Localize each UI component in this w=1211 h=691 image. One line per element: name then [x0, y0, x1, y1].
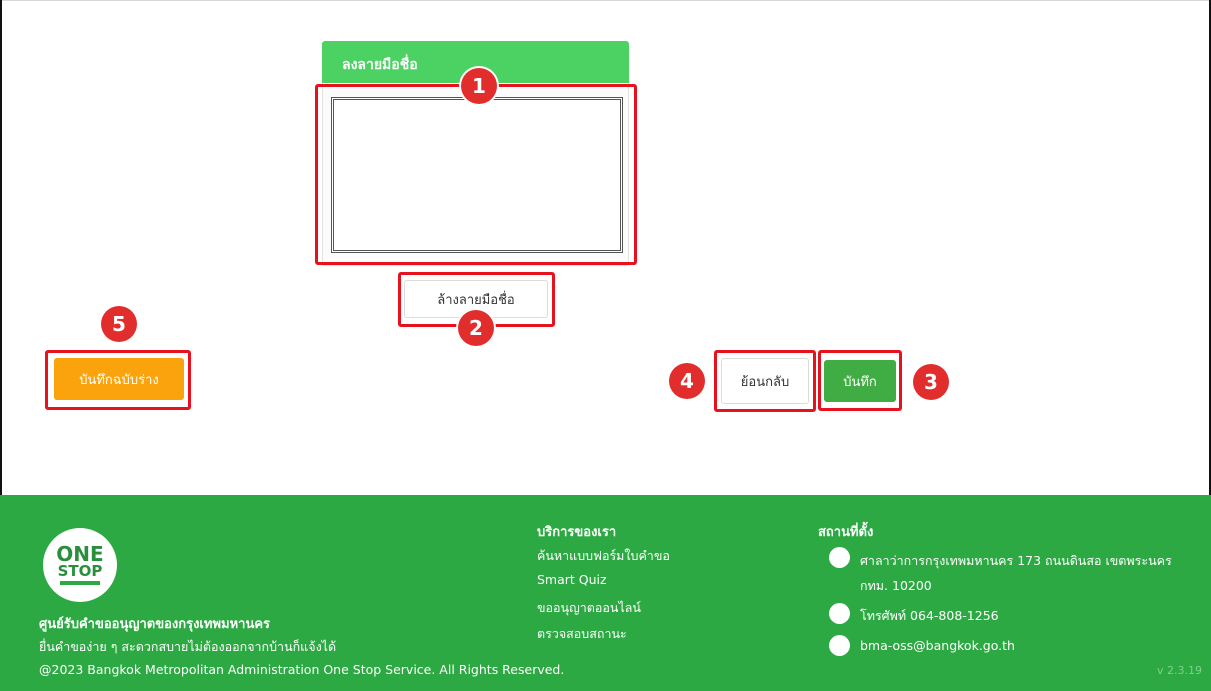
page-top-border: [0, 0, 1211, 6]
step-badge-3: 3: [913, 364, 949, 400]
footer-location-title: สถานที่ตั้ง: [818, 525, 874, 540]
app-version: v 2.3.19: [1157, 664, 1202, 677]
footer-address-line1: ศาลาว่าการกรุงเทพมหานคร 173 ถนนดินสอ เขต…: [860, 553, 1172, 568]
footer-address-line2: กทม. 10200: [860, 578, 932, 593]
save-draft-button[interactable]: บันทึกฉบับร่าง: [54, 358, 184, 400]
footer-copyright: @2023 Bangkok Metropolitan Administratio…: [39, 662, 565, 677]
save-button[interactable]: บันทึก: [824, 360, 896, 402]
footer-services-title: บริการของเรา: [537, 525, 617, 540]
email-bullet-icon: [829, 635, 850, 656]
back-button[interactable]: ย้อนกลับ: [721, 358, 809, 404]
footer-link-check-status[interactable]: ตรวจสอบสถานะ: [537, 624, 627, 644]
logo-top-text: ONE: [56, 542, 104, 566]
phone-bullet-icon: [829, 603, 850, 624]
footer-org-name: ศูนย์รับคำขออนุญาตของกรุงเทพมหานคร: [39, 617, 271, 632]
footer-email[interactable]: bma-oss@bangkok.go.th: [860, 638, 1015, 653]
footer-tagline: ยื่นคำของ่าย ๆ สะดวกสบายไม่ต้องออกจากบ้า…: [39, 639, 337, 654]
one-stop-logo[interactable]: ONE STOP: [43, 528, 117, 602]
footer-link-search-form[interactable]: ค้นหาแบบฟอร์มใบคำขอ: [537, 546, 670, 566]
address-bullet-icon: [829, 547, 850, 568]
footer-link-online-permit[interactable]: ขออนุญาตออนไลน์: [537, 598, 641, 618]
step-badge-5: 5: [101, 306, 137, 342]
step-badge-1: 1: [461, 68, 497, 104]
footer-link-smart-quiz[interactable]: Smart Quiz: [537, 572, 607, 587]
logo-bottom-text: STOP: [57, 562, 103, 580]
step-badge-2: 2: [458, 310, 494, 346]
logo-strip: [60, 581, 100, 585]
highlight-signature-canvas: [315, 84, 637, 265]
footer-phone: โทรศัพท์ 064-808-1256: [860, 608, 999, 623]
page-left-border: [0, 0, 8, 495]
step-badge-4: 4: [669, 363, 705, 399]
